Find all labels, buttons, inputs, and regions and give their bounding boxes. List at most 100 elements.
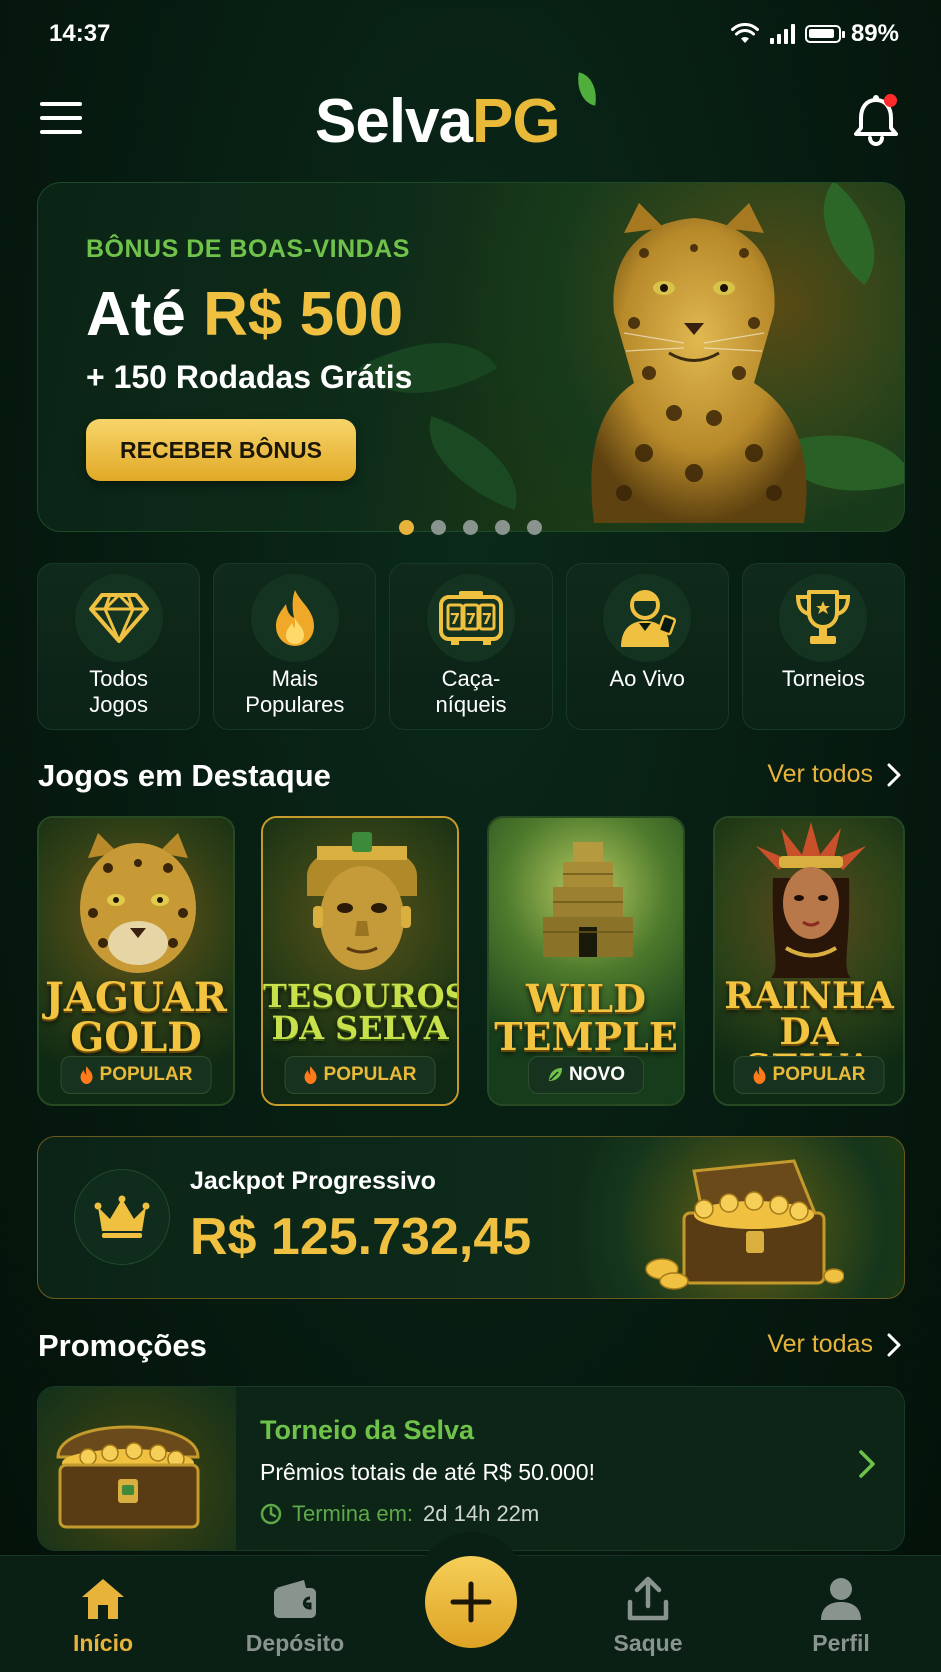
notifications-button[interactable] — [851, 92, 901, 148]
game-card[interactable]: JAGUAR GOLD POPULAR — [37, 816, 235, 1106]
fire-icon — [80, 1066, 93, 1084]
slot-machine-icon: 7 7 7 — [439, 591, 503, 645]
nav-label: Depósito — [245, 1630, 345, 1656]
wifi-icon — [730, 23, 759, 43]
menu-button[interactable] — [38, 98, 84, 138]
treasure-chest-illustration — [56, 1425, 200, 1529]
chevron-right-icon — [887, 1333, 901, 1356]
treasure-chest-illustration — [645, 1159, 844, 1290]
game-title: TESOUROS DA SELVA — [263, 980, 457, 1044]
game-title-line2: GOLD — [70, 1014, 202, 1061]
battery-icon — [804, 25, 845, 43]
game-title-line1: RAINHA — [724, 975, 894, 1017]
signal-icon — [769, 24, 795, 44]
carousel-dot[interactable] — [431, 520, 446, 535]
fire-icon — [304, 1066, 317, 1084]
featured-view-all-link[interactable]: Ver todos — [767, 760, 901, 789]
diamond-icon — [88, 593, 149, 643]
category-all-games[interactable]: Todos Jogos — [37, 563, 201, 730]
fire-icon — [753, 1066, 766, 1084]
category-label: Torneios — [781, 666, 865, 691]
nav-label: Início — [72, 1630, 134, 1656]
jaguar-illustration — [591, 203, 807, 523]
category-label: Caça- níqueis — [435, 666, 507, 717]
nav-icon-wrap — [819, 1574, 863, 1624]
aztec-mask-illustration — [307, 832, 417, 970]
live-dealer-icon — [621, 590, 677, 647]
nav-icon-wrap — [272, 1574, 318, 1624]
status-icons: 89% — [730, 20, 899, 48]
temple-illustration — [543, 842, 633, 957]
nav-deposit[interactable]: Depósito — [220, 1556, 370, 1672]
chevron-right-icon[interactable] — [858, 1449, 876, 1479]
game-card[interactable]: RAINHA DA SELVA POPULAR — [713, 816, 905, 1106]
carousel-dot[interactable] — [463, 520, 478, 535]
user-icon — [821, 1578, 861, 1620]
category-tournaments[interactable]: Torneios — [741, 563, 906, 730]
game-badge: POPULAR — [733, 1056, 885, 1094]
banner-title: Até R$ 500 — [86, 279, 403, 350]
claim-bonus-button[interactable]: RECEBER BÔNUS — [86, 419, 356, 481]
carousel-dot-active[interactable] — [399, 520, 414, 535]
upload-icon — [627, 1576, 669, 1621]
svg-text:7: 7 — [482, 610, 492, 628]
game-card[interactable]: TESOUROS DA SELVA POPULAR — [261, 816, 459, 1106]
game-title: JAGUAR GOLD — [39, 978, 233, 1058]
nav-withdraw[interactable]: Saque — [573, 1556, 723, 1672]
game-title-line1: TESOUROS — [263, 977, 459, 1015]
jaguar-face-illustration — [80, 833, 196, 973]
menu-line — [40, 116, 82, 120]
category-icon-wrap: 7 7 7 — [427, 574, 515, 662]
promo-image — [38, 1387, 236, 1550]
banner-subtitle: + 150 Rodadas Grátis — [86, 359, 413, 395]
jackpot-icon-wrap — [74, 1169, 170, 1265]
carousel-dot[interactable] — [527, 520, 542, 535]
category-label: Mais Populares — [245, 666, 345, 717]
crown-icon — [94, 1195, 150, 1238]
category-most-popular[interactable]: Mais Populares — [213, 563, 377, 730]
view-all-label: Ver todos — [767, 760, 873, 788]
logo-text-gold: PG — [472, 87, 561, 156]
category-icon-wrap — [603, 574, 692, 662]
promo-ends-value: 2d 14h 22m — [423, 1501, 540, 1526]
fire-icon — [275, 590, 314, 646]
menu-line — [40, 130, 82, 134]
game-card[interactable]: WILD TEMPLE NOVO — [487, 816, 685, 1106]
game-badge-label: POPULAR — [99, 1064, 193, 1085]
home-icon — [82, 1579, 124, 1619]
status-bar: 14:37 89% — [0, 0, 941, 70]
nav-label: Saque — [613, 1630, 683, 1656]
nav-home[interactable]: Início — [28, 1556, 178, 1672]
logo: SelvaPG — [315, 86, 561, 157]
nav-profile[interactable]: Perfil — [766, 1556, 916, 1672]
jackpot-card[interactable]: Jackpot Progressivo R$ 125.732,45 — [37, 1136, 905, 1299]
leaf-icon — [549, 1068, 563, 1081]
promo-title: Torneio da Selva — [260, 1415, 475, 1445]
trophy-icon — [796, 590, 851, 644]
promo-description: Prêmios totais de até R$ 50.000! — [260, 1459, 595, 1485]
plus-icon — [450, 1581, 492, 1623]
welcome-banner[interactable]: BÔNUS DE BOAS-VINDAS Até R$ 500 + 150 Ro… — [37, 182, 905, 532]
carousel-pagination — [0, 520, 941, 535]
promo-ends-label: Termina em: — [292, 1501, 414, 1526]
banner-kicker: BÔNUS DE BOAS-VINDAS — [86, 235, 410, 263]
promo-card[interactable]: Torneio da Selva Prêmios totais de até R… — [37, 1386, 905, 1551]
jackpot-label: Jackpot Progressivo — [190, 1167, 436, 1195]
category-label: Todos Jogos — [89, 666, 148, 717]
clock-icon — [260, 1503, 282, 1525]
carousel-dot[interactable] — [495, 520, 510, 535]
promo-countdown: Termina em: 2d 14h 22m — [260, 1501, 539, 1527]
featured-games-row: JAGUAR GOLD POPULAR TESOUROS DA SELVA PO… — [37, 816, 905, 1106]
promotions-view-all-link[interactable]: Ver todas — [767, 1330, 901, 1359]
notification-dot — [884, 94, 897, 107]
nav-label: Perfil — [812, 1630, 870, 1656]
quick-action-button[interactable] — [425, 1556, 517, 1648]
category-live[interactable]: Ao Vivo — [565, 563, 729, 730]
nav-icon-wrap — [626, 1574, 670, 1624]
menu-line — [40, 102, 82, 106]
game-title-line2: DA SELVA — [271, 1009, 449, 1047]
nav-icon-wrap — [80, 1574, 126, 1624]
game-badge: POPULAR — [60, 1056, 212, 1094]
category-slots[interactable]: 7 7 7 Caça- níqueis — [389, 563, 553, 730]
wallet-icon — [274, 1580, 316, 1618]
